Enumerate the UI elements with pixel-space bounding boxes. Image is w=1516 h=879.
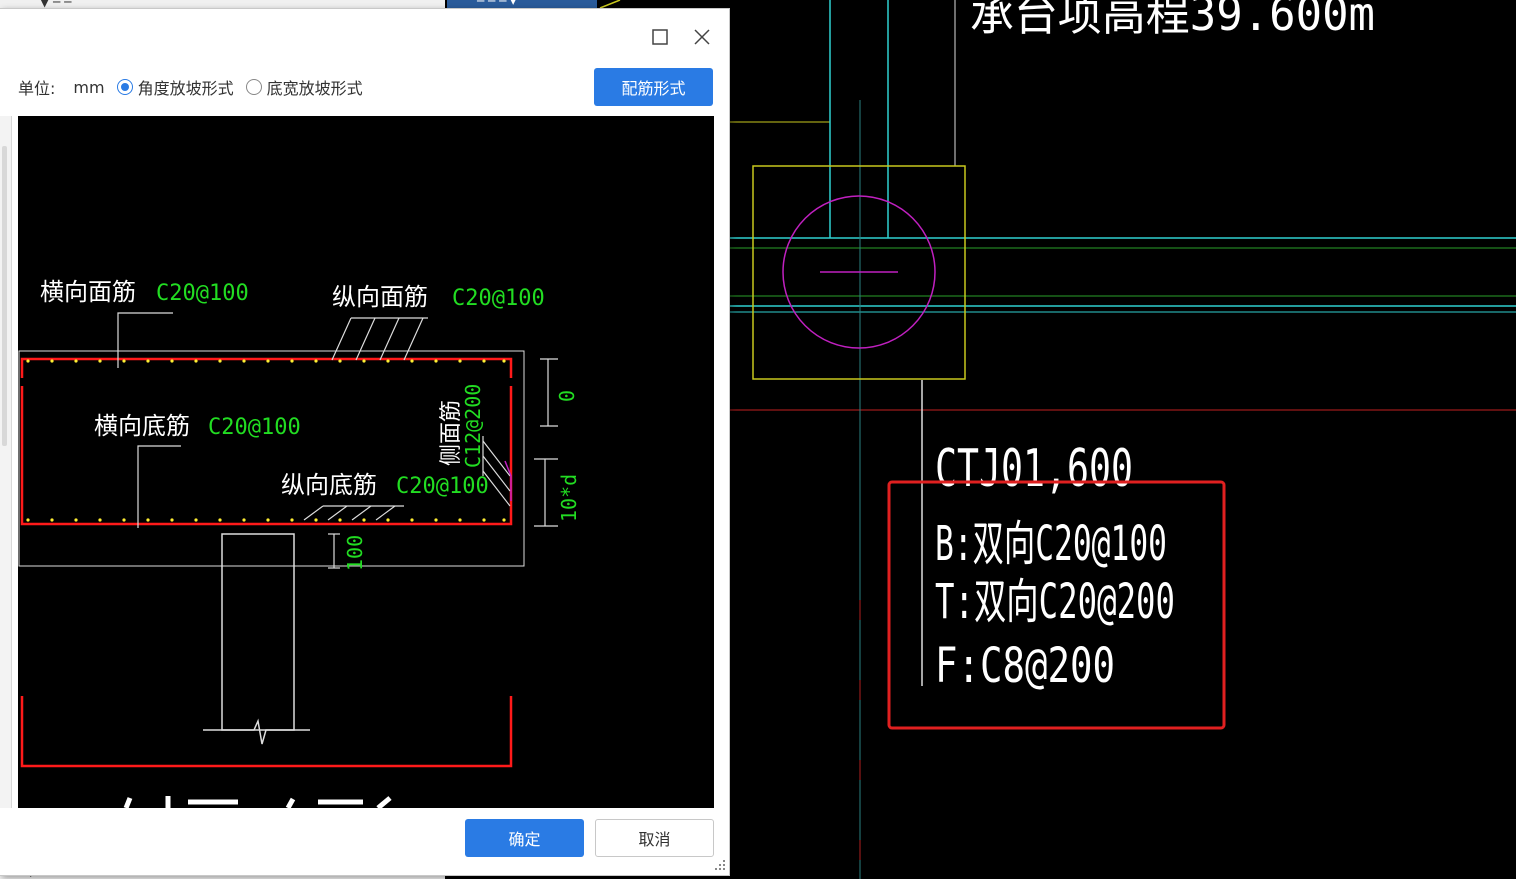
- label-bottom-transverse: 横向底筋: [94, 412, 190, 440]
- dim-cover-value: 100: [343, 535, 367, 571]
- radio-bottom-button[interactable]: [245, 79, 262, 95]
- cad-rebar-t: T:双向C20@200: [935, 574, 1175, 630]
- value-top-longitudinal: C20@100: [452, 286, 545, 311]
- cad-rebar-b: B:双向C20@100: [935, 516, 1167, 572]
- maximize-icon[interactable]: [648, 25, 672, 49]
- cad-cap-title: CTJ01,600: [935, 439, 1133, 499]
- dim-top-value: 0: [555, 390, 579, 402]
- value-side: C12@200: [461, 384, 485, 468]
- bottom-rebar-dots: [26, 518, 506, 522]
- unit-label: 单位:: [18, 79, 56, 98]
- radio-bottom-slope[interactable]: 底宽放坡形式: [245, 75, 363, 99]
- dim-anchor-line: [534, 458, 558, 527]
- cancel-button[interactable]: 取消: [595, 819, 714, 857]
- radio-angle-label: 角度放坡形式: [137, 79, 234, 98]
- resize-grip-icon[interactable]: [714, 859, 726, 871]
- column-outline: [221, 533, 295, 731]
- unit-value: mm: [73, 77, 105, 97]
- cad-top-text: 承台项高程39.600m: [970, 0, 1375, 41]
- left-scroll-strip[interactable]: [0, 116, 12, 808]
- label-bottom-longitudinal: 纵向底筋: [281, 471, 377, 499]
- value-bottom-longitudinal: C20@100: [396, 474, 489, 499]
- top-rebar: [20, 357, 513, 378]
- value-top-transverse: C20@100: [156, 281, 249, 306]
- radio-angle-slope[interactable]: 角度放坡形式: [116, 75, 234, 99]
- cad-rebar-f: F:C8@200: [935, 638, 1115, 694]
- ok-button[interactable]: 确定: [465, 819, 584, 857]
- radio-angle-button[interactable]: [116, 79, 133, 95]
- label-top-longitudinal: 纵向面筋: [332, 283, 428, 311]
- unit-row: 单位: mm 角度放坡形式 底宽放坡形式: [18, 75, 375, 99]
- value-bottom-transverse: C20@100: [208, 415, 301, 440]
- rebar-form-button[interactable]: 配筋形式: [594, 68, 713, 106]
- dim-anchor-value: 10*d: [557, 474, 581, 522]
- dim-cover-line: [328, 533, 340, 569]
- close-icon[interactable]: [690, 25, 714, 49]
- lower-rebar: [20, 696, 513, 768]
- rebar-preview-canvas: 横向面筋 C20@100 纵向面筋 C20@100 横向底筋 C20@100 纵…: [18, 116, 714, 808]
- leader-bottom-longitudinal: [303, 505, 404, 521]
- rebar-settings-dialog: 单位: mm 角度放坡形式 底宽放坡形式 配筋形式 横向面筋 C20@100 纵…: [0, 8, 730, 876]
- label-top-transverse: 横向面筋: [40, 278, 136, 306]
- radio-bottom-label: 底宽放坡形式: [266, 79, 363, 98]
- preview-bottom-text-fragment: [123, 796, 392, 808]
- leader-bottom-transverse: [137, 445, 181, 528]
- bottom-rebar: [20, 386, 513, 526]
- leader-top-longitudinal: [331, 317, 428, 361]
